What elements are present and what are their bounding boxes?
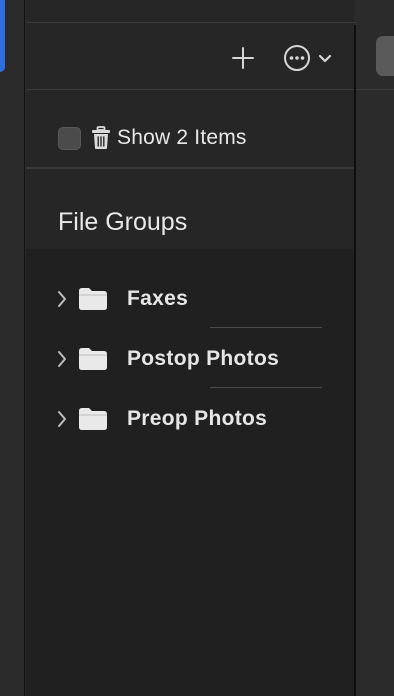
add-button[interactable] xyxy=(228,44,258,72)
row-separator xyxy=(210,387,322,388)
trash-icon xyxy=(91,126,111,150)
folder-icon xyxy=(78,329,108,389)
folder-icon xyxy=(78,269,108,329)
section-divider xyxy=(26,167,354,169)
ellipsis-circle-icon xyxy=(284,45,310,71)
file-groups-list: Faxes Postop Photos Preop Photos xyxy=(26,249,354,696)
chevron-right-icon[interactable] xyxy=(56,269,68,329)
group-label: Postop Photos xyxy=(127,347,280,370)
show-items-label: Show 2 Items xyxy=(117,126,247,149)
titlebar-divider xyxy=(26,22,356,23)
group-label: Preop Photos xyxy=(127,407,268,430)
left-navigation-strip xyxy=(0,0,25,696)
show-deleted-items-toggle[interactable]: Show 2 Items xyxy=(58,123,247,153)
row-separator xyxy=(210,327,322,328)
selected-nav-accent[interactable] xyxy=(0,0,5,72)
plus-icon xyxy=(232,47,254,69)
more-actions-button[interactable] xyxy=(278,43,338,73)
section-title: File Groups xyxy=(58,208,188,236)
show-deleted-checkbox[interactable] xyxy=(58,126,81,150)
content-tab[interactable] xyxy=(376,36,394,76)
group-row-postop-photos[interactable]: Postop Photos xyxy=(26,329,354,389)
file-groups-window: Show 2 Items File Groups Faxes Postop Ph… xyxy=(0,0,394,696)
content-area xyxy=(356,0,394,696)
folder-icon xyxy=(78,389,108,449)
group-row-faxes[interactable]: Faxes xyxy=(26,269,354,329)
file-groups-sidebar: Show 2 Items File Groups Faxes Postop Ph… xyxy=(26,0,356,696)
chevron-right-icon[interactable] xyxy=(56,329,68,389)
group-row-preop-photos[interactable]: Preop Photos xyxy=(26,389,354,449)
content-toolbar-divider xyxy=(356,89,394,90)
chevron-right-icon[interactable] xyxy=(56,389,68,449)
toolbar-divider xyxy=(26,89,354,90)
chevron-down-icon xyxy=(318,54,332,63)
group-label: Faxes xyxy=(127,287,189,310)
